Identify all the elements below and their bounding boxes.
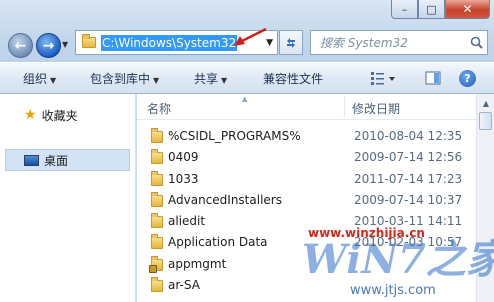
list-item[interactable]: 1033 2011-07-14 17:23 [137,169,477,190]
nav-item-label: 桌面 [44,153,69,168]
scroll-up-icon[interactable]: ▲ [478,95,494,111]
include-in-library-label: 包含到库中 [90,72,151,86]
column-headers: ▲ 名称 修改日期 [137,94,477,120]
folder-icon [82,34,96,48]
organize-menu[interactable]: 组织 ▼ [23,70,56,87]
file-name: appmgmt [168,257,227,271]
back-button[interactable]: ← [8,33,33,58]
file-date: 2010-08-04 12:35 [354,129,463,143]
watermark-url: www.winzhijia.cn [308,226,425,240]
share-menu[interactable]: 共享 ▼ [194,70,227,87]
minimize-button[interactable]: – [391,0,418,19]
search-input[interactable]: 搜索 System32 [320,34,465,51]
list-item[interactable]: %CSIDL_PROGRAMS% 2010-08-04 12:35 [137,126,477,147]
folder-icon [151,192,163,207]
organize-label: 组织 [23,72,48,86]
preview-pane-icon [425,71,441,85]
file-name: Application Data [168,235,268,249]
column-divider[interactable] [344,97,345,117]
file-name: AdvancedInstallers [168,193,282,207]
nav-item-favorites[interactable]: ★ 收藏夹 [0,104,136,126]
address-path[interactable]: C:\Windows\System32 [101,34,238,51]
folder-icon [151,234,163,249]
column-header-name[interactable]: 名称 [147,100,171,117]
compatibility-files-button[interactable]: 兼容性文件 [263,70,323,87]
watermark-logo: WiN7之家 [302,236,494,283]
caption-buttons: – □ ✕ [391,0,490,19]
change-view-button[interactable] [370,70,396,89]
arrow-left-icon: ← [14,37,27,54]
forward-button[interactable]: → [36,33,61,58]
help-icon[interactable]: ? [459,70,476,87]
maximize-button[interactable]: □ [418,0,445,19]
title-bar: – □ ✕ ← → ▼ C:\Windows\System32 ▼ 搜索 Sys… [0,0,494,62]
annotation-arrow-icon [234,27,267,46]
file-name: aliedit [168,214,206,228]
arrow-right-icon: → [42,37,55,54]
folder-icon [151,128,163,143]
column-header-modified[interactable]: 修改日期 [352,100,400,117]
refresh-button[interactable] [279,30,303,55]
chevron-down-icon: ▼ [50,76,57,85]
navigation-pane: ★ 收藏夹 桌面 [0,94,136,302]
close-button[interactable]: ✕ [445,0,490,19]
file-date: 2011-07-14 17:23 [354,172,463,186]
watermark: WiN7之家 www.winzhijia.cn www.jtjs.com [298,226,494,302]
folder-icon [151,277,163,292]
compatibility-files-label: 兼容性文件 [263,72,324,86]
file-name: 0409 [168,150,199,164]
view-list-icon [371,72,395,85]
include-in-library-menu[interactable]: 包含到库中 ▼ [90,70,159,87]
nav-item-desktop[interactable]: 桌面 [0,149,136,171]
preview-pane-button[interactable] [425,70,441,89]
list-item[interactable]: 0409 2009-07-14 12:56 [137,147,477,168]
watermark-site: www.jtjs.com [350,283,436,298]
folder-icon [151,149,163,164]
chevron-down-icon: ▼ [153,76,160,85]
desktop-icon [24,154,39,166]
file-date: 2009-07-14 10:37 [354,193,463,207]
search-icon[interactable] [465,36,487,49]
scrollbar-thumb[interactable] [479,112,492,130]
folder-icon [151,171,163,186]
refresh-icon [287,37,295,48]
star-icon: ★ [24,107,37,123]
sort-caret-icon: ▲ [242,95,248,103]
file-date: 2009-07-14 12:56 [354,150,463,164]
chevron-down-icon: ▼ [221,76,228,85]
list-item[interactable]: AdvancedInstallers 2009-07-14 10:37 [137,190,477,211]
locked-folder-icon [149,256,163,273]
file-name: ar-SA [168,278,200,292]
nav-item-label: 收藏夹 [41,108,78,123]
search-box[interactable]: 搜索 System32 [310,30,488,55]
folder-icon [151,213,163,228]
file-name: %CSIDL_PROGRAMS% [168,129,301,143]
command-toolbar: 组织 ▼ 包含到库中 ▼ 共享 ▼ 兼容性文件 ? [0,62,494,94]
share-label: 共享 [194,72,219,86]
recent-pages-dropdown[interactable]: ▼ [62,40,68,49]
file-name: 1033 [168,172,199,186]
